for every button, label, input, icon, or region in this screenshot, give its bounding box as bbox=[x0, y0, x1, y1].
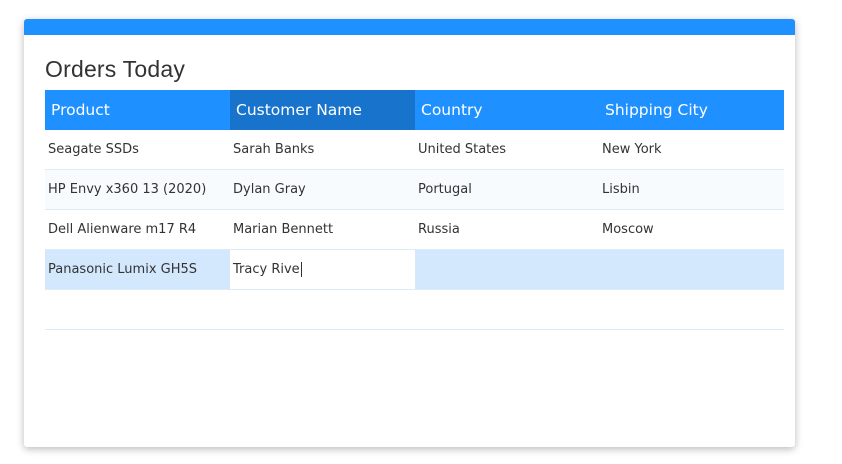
text-caret bbox=[300, 262, 302, 277]
column-header-country[interactable]: Country bbox=[415, 90, 599, 130]
cell-product[interactable]: HP Envy x360 13 (2020) bbox=[45, 170, 230, 209]
cell-shipping-city[interactable]: New York bbox=[599, 130, 784, 169]
cell-country[interactable]: United States bbox=[415, 130, 599, 169]
cell-country[interactable]: Russia bbox=[415, 210, 599, 249]
page-title: Orders Today bbox=[45, 56, 186, 82]
cell-product[interactable]: Dell Alienware m17 R4 bbox=[45, 210, 230, 249]
column-header-product[interactable]: Product bbox=[45, 90, 230, 130]
cell-customer-name-editor[interactable]: Tracy Rive bbox=[230, 250, 415, 289]
table-row[interactable]: HP Envy x360 13 (2020) Dylan Gray Portug… bbox=[45, 170, 784, 210]
cell-shipping-city[interactable] bbox=[599, 250, 784, 289]
orders-grid: Product Customer Name Country Shipping C… bbox=[45, 90, 784, 330]
cell-customer-name[interactable]: Sarah Banks bbox=[230, 130, 415, 169]
orders-card: Orders Today Product Customer Name Count… bbox=[24, 19, 795, 447]
cell-shipping-city[interactable]: Lisbin bbox=[599, 170, 784, 209]
card-accent-bar bbox=[24, 19, 795, 35]
column-header-customer-name[interactable]: Customer Name bbox=[230, 90, 415, 130]
customer-name-input[interactable]: Tracy Rive bbox=[233, 262, 302, 277]
cell-product[interactable]: Panasonic Lumix GH5S bbox=[45, 250, 230, 289]
new-row-placeholder[interactable] bbox=[45, 290, 784, 330]
table-row-selected[interactable]: Panasonic Lumix GH5S Tracy Rive bbox=[45, 250, 784, 290]
cell-country[interactable] bbox=[415, 250, 599, 289]
cell-customer-name[interactable]: Marian Bennett bbox=[230, 210, 415, 249]
column-header-shipping-city[interactable]: Shipping City bbox=[599, 90, 784, 130]
table-row[interactable]: Dell Alienware m17 R4 Marian Bennett Rus… bbox=[45, 210, 784, 250]
cell-product[interactable]: Seagate SSDs bbox=[45, 130, 230, 169]
cell-customer-name[interactable]: Dylan Gray bbox=[230, 170, 415, 209]
table-row[interactable]: Seagate SSDs Sarah Banks United States N… bbox=[45, 130, 784, 170]
grid-header-row: Product Customer Name Country Shipping C… bbox=[45, 90, 784, 130]
cell-shipping-city[interactable]: Moscow bbox=[599, 210, 784, 249]
customer-name-input-value: Tracy Rive bbox=[233, 262, 300, 277]
cell-country[interactable]: Portugal bbox=[415, 170, 599, 209]
